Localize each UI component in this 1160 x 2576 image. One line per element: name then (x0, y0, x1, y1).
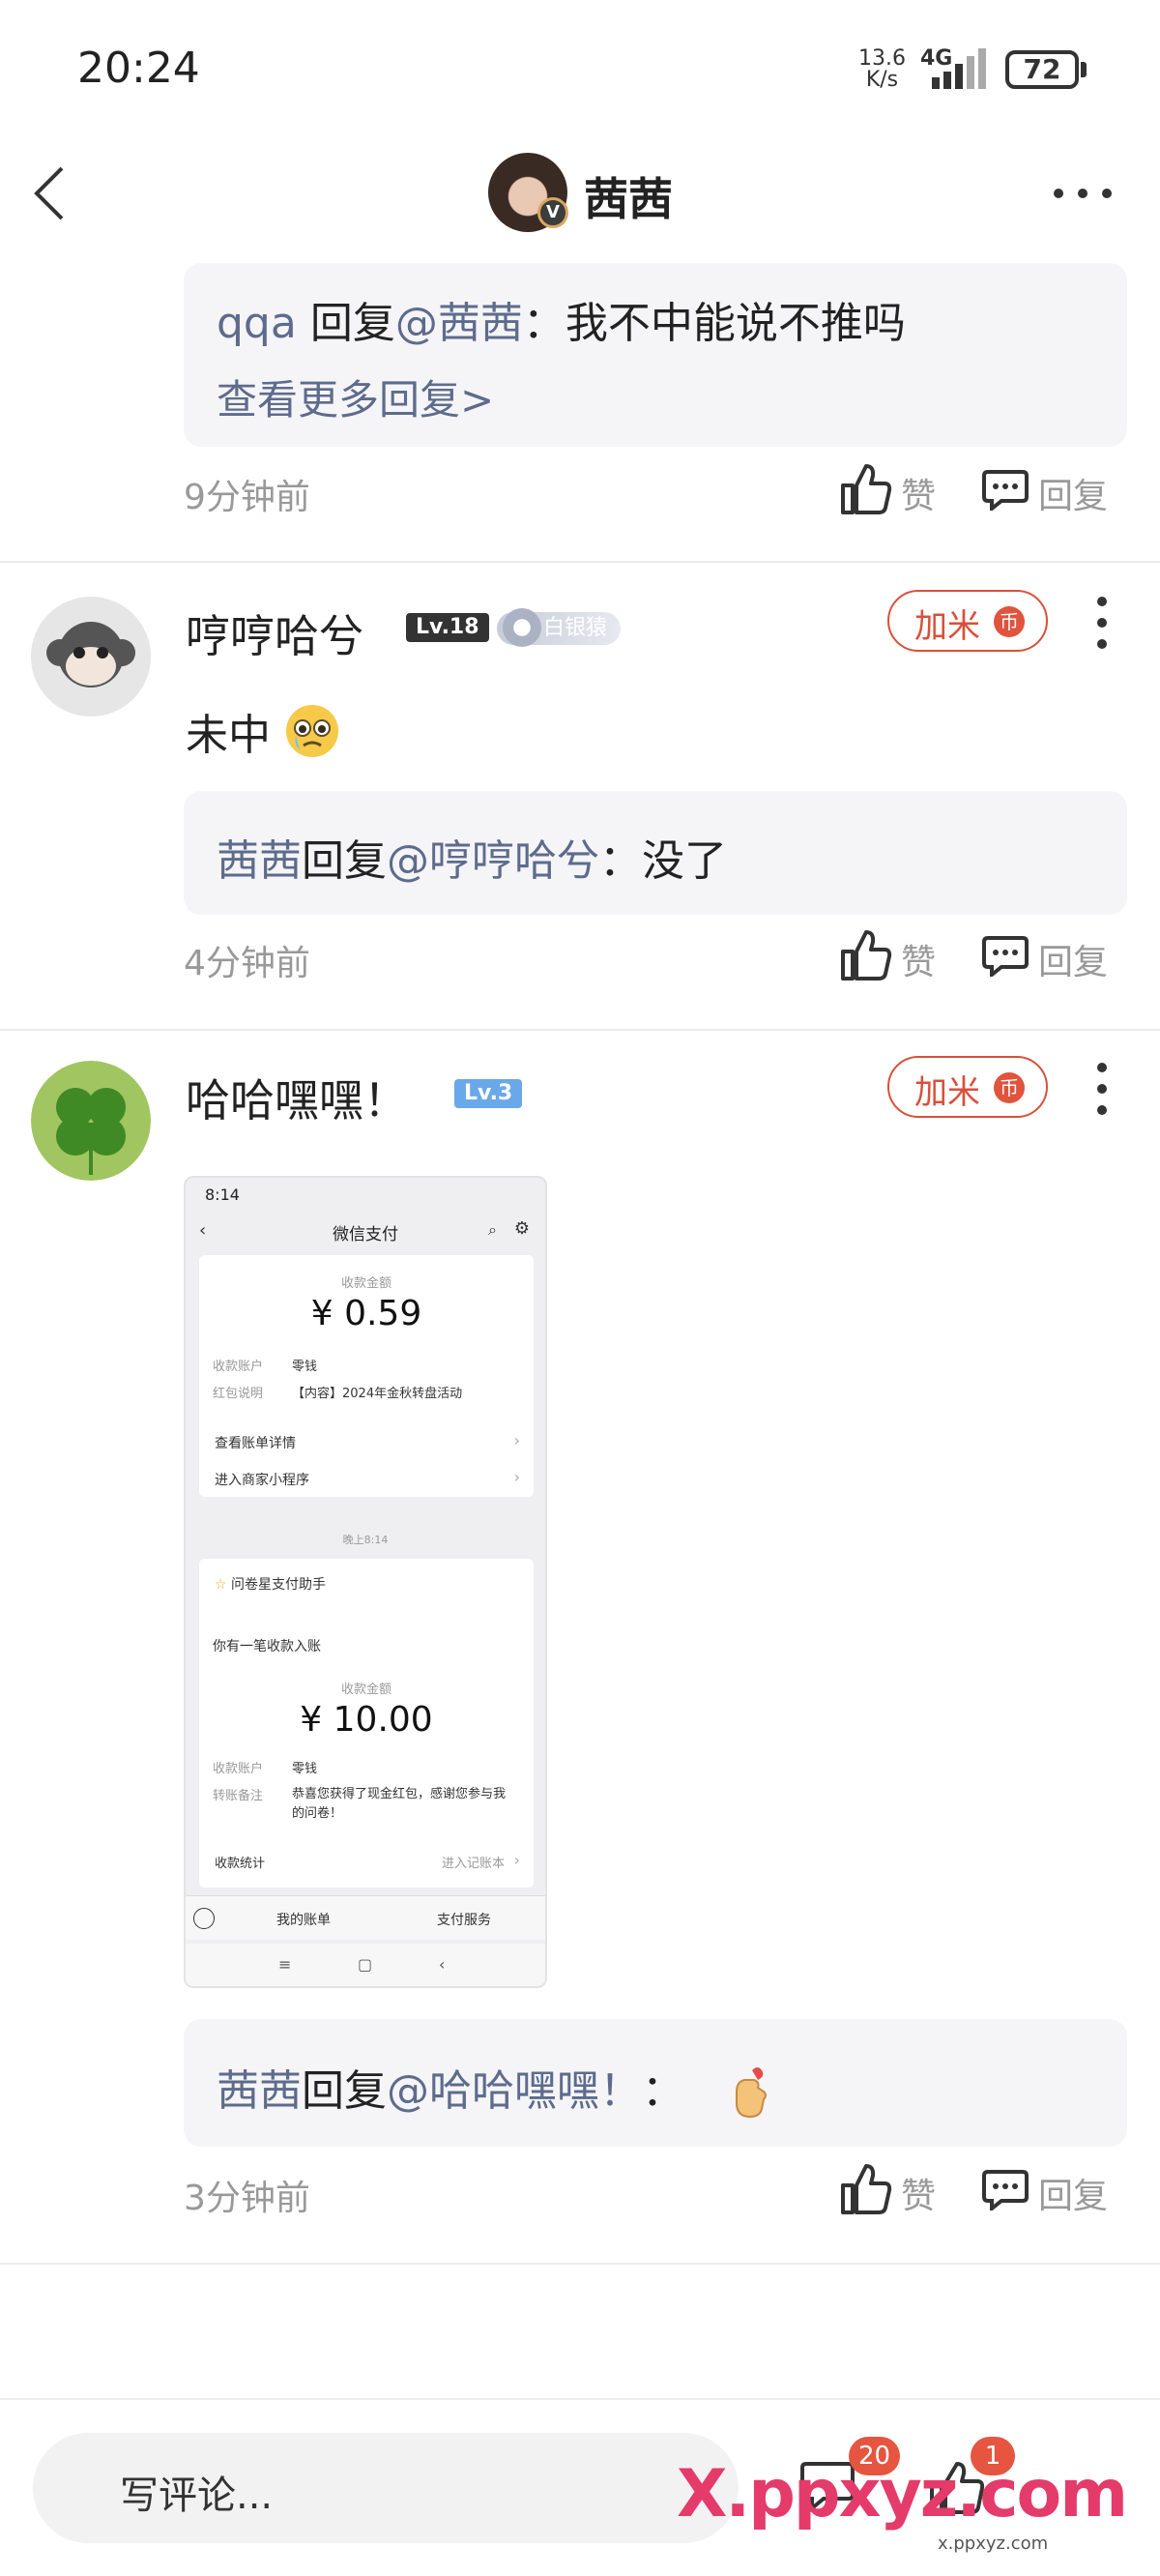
divider (0, 2263, 1160, 2265)
reply-text: ：没了 (599, 836, 727, 886)
user-avatar[interactable] (31, 597, 151, 717)
comment-image[interactable]: 8:14 ‹ 微信支付 ⌕ ⚙ 收款金额 ¥ 0.59 收款账户 零钱 红包说明… (184, 1176, 547, 1988)
back-arrow-icon[interactable] (29, 164, 77, 222)
reply-mention[interactable]: @茜茜 (395, 299, 523, 348)
more-options-icon[interactable] (1049, 184, 1116, 203)
user-avatar[interactable] (31, 1061, 151, 1181)
image-status-time: 8:14 (205, 1186, 240, 1204)
comment-text: 未中 (186, 700, 340, 762)
clover-avatar-icon (31, 1061, 151, 1181)
coin-icon: 币 (994, 606, 1025, 637)
reply-box[interactable]: qqa 回复@茜茜：我不中能说不推吗 查看更多回复> (184, 263, 1127, 447)
watermark: X.ppxyz.com x.ppxyz.com (677, 2456, 1128, 2554)
nav-bar: V 茜茜 (0, 145, 1160, 242)
verified-badge: V (537, 197, 568, 228)
signal-icon (932, 48, 986, 89)
reply-label: 回复 (1038, 2177, 1109, 2216)
thumbs-up-icon (841, 2164, 892, 2214)
monkey-avatar-icon (31, 597, 151, 717)
image-keyboard-icon (193, 1908, 215, 1929)
reply-line: 茜茜回复@哼哼哈兮：没了 (217, 826, 1094, 888)
reply-line: qqa 回复@茜茜：我不中能说不推吗 (217, 288, 1094, 350)
reply-box[interactable]: 茜茜回复@哈哈嘿嘿！： (184, 2019, 1127, 2147)
thumbs-up-icon (841, 464, 892, 514)
like-button[interactable]: 赞 (839, 928, 945, 986)
reply-word: 回复 (302, 836, 387, 886)
reply-text: ：我不中能说不推吗 (522, 299, 906, 348)
reply-word: 回复 (296, 299, 395, 348)
more-replies-link[interactable]: 查看更多回复> (217, 367, 1094, 426)
reply-author[interactable]: 茜茜 (217, 2066, 302, 2116)
comment-time: 9分钟前 (184, 478, 310, 517)
reply-button[interactable]: 回复 (982, 462, 1117, 520)
like-label: 赞 (901, 943, 937, 982)
comment-bubble-icon (982, 2170, 1029, 2210)
image-divider-time: 晚上8:14 (342, 1534, 389, 1546)
divider (0, 561, 1160, 563)
like-button[interactable]: 赞 (839, 462, 945, 520)
like-button[interactable]: 赞 (839, 2162, 945, 2220)
comment-username[interactable]: 哈哈嘿嘿！ (186, 1066, 408, 1129)
status-bar: 20:24 13.6 K/s 4G 72 (0, 0, 1160, 145)
reply-label: 回复 (1038, 477, 1109, 516)
reply-button[interactable]: 回复 (982, 2162, 1117, 2220)
comment-time: 4分钟前 (184, 944, 310, 983)
reply-word: 回复 (302, 2066, 387, 2116)
reply-text: ： (642, 2066, 684, 2116)
reply-mention[interactable]: @哈哈嘿嘿！ (387, 2066, 642, 2116)
jiami-button[interactable]: 加米 币 (887, 1056, 1048, 1118)
reply-label: 回复 (1038, 943, 1109, 982)
network-speed: 13.6 K/s (858, 46, 906, 92)
comment-time: 3分钟前 (184, 2179, 310, 2218)
thumbs-up-icon (841, 930, 892, 981)
battery-tip (1081, 62, 1087, 77)
reply-author[interactable]: 茜茜 (217, 836, 302, 886)
comment-menu-icon[interactable] (1092, 1060, 1112, 1118)
level-badge: Lv.3 (454, 1079, 523, 1108)
reply-mention[interactable]: @哼哼哈兮 (387, 836, 599, 886)
reply-button[interactable]: 回复 (982, 928, 1117, 986)
battery-indicator: 72 (1005, 50, 1079, 89)
reply-box[interactable]: 茜茜回复@哼哼哈兮：没了 (184, 791, 1127, 915)
rank-icon (503, 608, 541, 647)
image-notice-card: ☆ 问卷星支付助手 你有一笔收款入账 收款金额 ¥ 10.00 收款账户 零钱 … (199, 1559, 534, 1888)
image-tab-bar: 我的账单 支付服务 (186, 1895, 545, 1940)
rank-badge: 白银猿 (497, 608, 622, 647)
reply-author[interactable]: qqa (217, 299, 297, 348)
comment-bubble-icon (982, 470, 1029, 511)
image-system-nav: ≡ ▢ ‹ (186, 1944, 545, 1986)
comment-input-placeholder: 写评论... (120, 2474, 274, 2518)
comment-bubble-icon (982, 936, 1029, 977)
divider (0, 1029, 1160, 1031)
image-search-icon: ⌕ (488, 1220, 497, 1239)
coin-icon: 币 (994, 1072, 1025, 1103)
like-label: 赞 (901, 2177, 937, 2216)
page-title: 茜茜 (584, 173, 673, 225)
comment-username[interactable]: 哼哼哈兮 (186, 601, 363, 665)
jiami-button[interactable]: 加米 币 (887, 590, 1048, 652)
image-settings-icon: ⚙ (513, 1218, 530, 1239)
status-time: 20:24 (77, 44, 200, 93)
comment-menu-icon[interactable] (1092, 594, 1112, 652)
reply-line: 茜茜回复@哈哈嘿嘿！： (217, 2056, 1094, 2119)
crying-face-emoji-icon (286, 705, 338, 757)
level-badge: Lv.18 (406, 613, 489, 642)
comment-input[interactable]: 写评论... (33, 2433, 739, 2543)
like-label: 赞 (901, 477, 937, 516)
image-payment-card: 收款金额 ¥ 0.59 收款账户 零钱 红包说明 【内容】2024年金秋转盘活动… (199, 1255, 534, 1497)
finger-heart-emoji-icon (736, 2067, 767, 2119)
